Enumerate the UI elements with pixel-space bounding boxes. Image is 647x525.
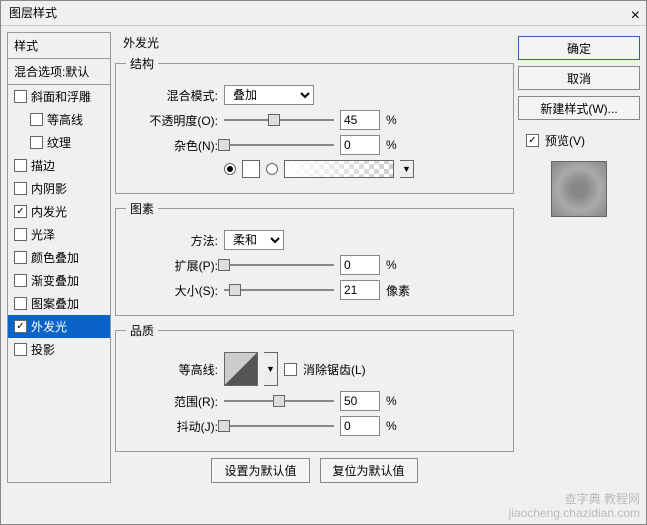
style-checkbox[interactable] [14,90,27,103]
contour-label: 等高线: [126,361,218,378]
structure-legend: 结构 [126,55,158,72]
opacity-slider[interactable] [224,112,334,128]
style-item[interactable]: 投影 [8,338,110,361]
jitter-slider[interactable] [224,418,334,434]
range-input[interactable]: 50 [340,391,380,411]
preview-checkbox[interactable] [526,134,539,147]
range-unit: % [386,394,412,408]
spread-slider[interactable] [224,257,334,273]
reset-default-button[interactable]: 复位为默认值 [320,458,418,483]
noise-input[interactable]: 0 [340,135,380,155]
style-item[interactable]: 内发光 [8,200,110,223]
style-checkbox[interactable] [30,136,43,149]
style-label: 等高线 [47,111,83,128]
style-item[interactable]: 等高线 [8,108,110,131]
dialog-title: 图层样式 [9,6,57,20]
blend-mode-select[interactable]: 叠加 [224,85,314,105]
antialias-label: 消除锯齿(L) [303,361,366,378]
style-item[interactable]: 渐变叠加 [8,269,110,292]
cancel-button[interactable]: 取消 [518,66,640,90]
spread-label: 扩展(P): [126,257,218,274]
size-label: 大小(S): [126,282,218,299]
style-label: 纹理 [47,134,71,151]
style-label: 渐变叠加 [31,272,79,289]
noise-label: 杂色(N): [126,137,218,154]
ok-button[interactable]: 确定 [518,36,640,60]
method-select[interactable]: 柔和 [224,230,284,250]
styles-header: 样式 [8,33,110,59]
style-checkbox[interactable] [14,343,27,356]
preview-thumbnail [551,161,607,217]
new-style-button[interactable]: 新建样式(W)... [518,96,640,120]
set-default-button[interactable]: 设置为默认值 [211,458,309,483]
quality-legend: 品质 [126,322,158,339]
gradient-swatch[interactable] [284,160,394,178]
color-radio[interactable] [224,163,236,175]
elements-legend: 图素 [126,200,158,217]
color-swatch[interactable] [242,160,260,178]
style-checkbox[interactable] [14,182,27,195]
style-label: 光泽 [31,226,55,243]
style-item[interactable]: 内阴影 [8,177,110,200]
style-item[interactable]: 外发光 [8,315,110,338]
spread-input[interactable]: 0 [340,255,380,275]
jitter-label: 抖动(J): [126,418,218,435]
styles-list: 样式 混合选项:默认 斜面和浮雕等高线纹理描边内阴影内发光光泽颜色叠加渐变叠加图… [7,32,111,483]
jitter-unit: % [386,419,412,433]
style-checkbox[interactable] [30,113,43,126]
style-checkbox[interactable] [14,251,27,264]
blend-mode-label: 混合模式: [126,87,218,104]
close-icon[interactable]: × [631,3,640,28]
opacity-unit: % [386,113,412,127]
spread-unit: % [386,258,412,272]
size-slider[interactable] [224,282,334,298]
style-checkbox[interactable] [14,228,27,241]
style-item[interactable]: 描边 [8,154,110,177]
style-checkbox[interactable] [14,159,27,172]
style-label: 颜色叠加 [31,249,79,266]
method-label: 方法: [126,232,218,249]
gradient-radio[interactable] [266,163,278,175]
range-label: 范围(R): [126,393,218,410]
style-label: 投影 [31,341,55,358]
style-item[interactable]: 纹理 [8,131,110,154]
elements-group: 图素 方法: 柔和 扩展(P): 0 % 大小(S): 21 像素 [115,200,514,316]
panel-title: 外发光 [123,34,514,51]
antialias-checkbox[interactable] [284,363,297,376]
jitter-input[interactable]: 0 [340,416,380,436]
range-slider[interactable] [224,393,334,409]
contour-picker[interactable] [224,352,258,386]
style-label: 斜面和浮雕 [31,88,91,105]
opacity-label: 不透明度(O): [126,112,218,129]
contour-dropdown-icon[interactable]: ▼ [264,352,278,386]
style-checkbox[interactable] [14,205,27,218]
style-item[interactable]: 图案叠加 [8,292,110,315]
style-label: 内发光 [31,203,67,220]
noise-slider[interactable] [224,137,334,153]
noise-unit: % [386,138,412,152]
style-checkbox[interactable] [14,274,27,287]
size-input[interactable]: 21 [340,280,380,300]
style-label: 外发光 [31,318,67,335]
style-label: 内阴影 [31,180,67,197]
style-checkbox[interactable] [14,297,27,310]
style-label: 描边 [31,157,55,174]
style-item[interactable]: 光泽 [8,223,110,246]
watermark: 查字典 教程网 jiaocheng.chazidian.com [509,492,640,520]
style-item[interactable]: 颜色叠加 [8,246,110,269]
opacity-input[interactable]: 45 [340,110,380,130]
preview-label: 预览(V) [545,132,585,149]
gradient-dropdown-icon[interactable]: ▼ [400,160,414,178]
blend-default[interactable]: 混合选项:默认 [8,59,110,85]
style-item[interactable]: 斜面和浮雕 [8,85,110,108]
structure-group: 结构 混合模式: 叠加 不透明度(O): 45 % 杂色(N): 0 % [115,55,514,194]
quality-group: 品质 等高线: ▼ 消除锯齿(L) 范围(R): 50 % 抖动(J): 0 % [115,322,514,452]
size-unit: 像素 [386,282,412,299]
style-checkbox[interactable] [14,320,27,333]
style-label: 图案叠加 [31,295,79,312]
